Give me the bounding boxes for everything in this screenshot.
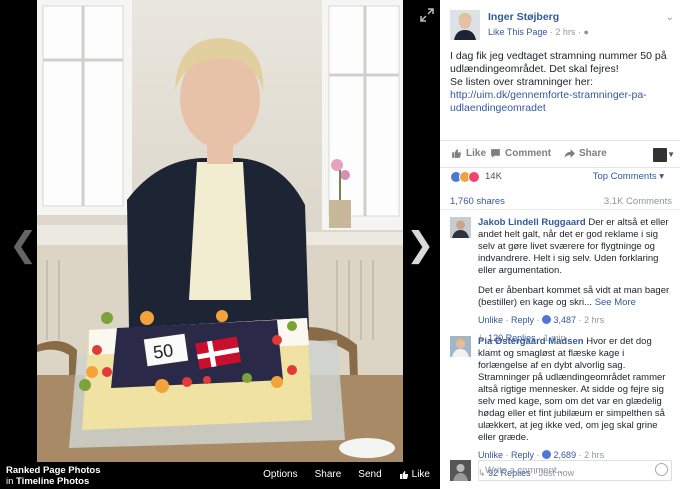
unlike-link[interactable]: Unlike	[478, 450, 503, 460]
album-title[interactable]: Ranked Page Photos	[6, 465, 101, 476]
see-more-link[interactable]: See More	[595, 297, 636, 308]
comment-text-cont: Det er åbenbart kommet så vidt at man ba…	[478, 285, 670, 308]
album-in-label: in	[6, 476, 14, 487]
like-photo-button[interactable]: Like	[399, 469, 430, 480]
send-button[interactable]: Send	[358, 469, 381, 480]
album-name[interactable]: Timeline Photos	[16, 476, 89, 487]
caret-down-icon[interactable]: ▼	[667, 150, 675, 159]
photo-actions: Options Share Send Like	[263, 469, 430, 480]
emoji-icon[interactable]	[655, 463, 668, 476]
meta-separator: ·	[549, 27, 553, 37]
avatar	[450, 460, 471, 481]
comment-author[interactable]: Jakob Lindell Ruggaard	[478, 217, 586, 228]
unlike-link[interactable]: Unlike	[478, 315, 503, 325]
post-text-line2: Se listen over stramninger her:	[450, 76, 593, 88]
globe-icon: ●	[583, 27, 589, 37]
comment-composer: Write a comment...	[450, 460, 672, 482]
post-panel: Inger Støjberg Like This Page · 2 hrs · …	[440, 0, 680, 489]
comments-count: 3.1K Comments	[603, 196, 672, 207]
next-photo-icon[interactable]: ❯	[406, 225, 435, 265]
comment-text: Hvor er det dog klamt og smagløst at flæ…	[478, 336, 666, 443]
comment-actions: Unlike · Reply · 3,487 · 2 hrs	[478, 315, 605, 325]
reply-link[interactable]: Reply	[511, 315, 534, 325]
reactions-summary[interactable]: 14K Top Comments ▾	[450, 170, 672, 184]
expand-icon[interactable]	[420, 8, 434, 22]
share-arrow-icon	[564, 149, 575, 158]
options-button[interactable]: Options	[263, 469, 297, 480]
avatar-image	[450, 336, 471, 357]
like-button[interactable]: Like	[451, 148, 486, 159]
avatar-image	[450, 460, 471, 481]
post-stats: 1,760 shares 3.1K Comments	[450, 196, 672, 207]
share-photo-button[interactable]: Share	[315, 469, 342, 480]
like-page-link[interactable]: Like This Page	[488, 27, 547, 37]
cake-number: 50	[152, 340, 175, 363]
thumbs-up-icon	[452, 149, 462, 158]
comment-body: Pia Østergaard Madsen Hvor er det dog kl…	[478, 336, 674, 479]
viewer-avatar[interactable]	[653, 148, 667, 162]
photo-bottom-bar: Ranked Page Photos in Timeline Photos Op…	[0, 462, 440, 489]
previous-photo-icon[interactable]: ❮	[9, 225, 38, 265]
post-text: I dag fik jeg vedtaget stramning nummer …	[450, 50, 672, 115]
comment-likes[interactable]: 3,487	[554, 315, 577, 325]
photo-illustration: 50	[37, 0, 403, 462]
thumbs-up-icon	[399, 470, 408, 479]
page-name[interactable]: Inger Støjberg	[488, 11, 559, 23]
post-link[interactable]: http://uim.dk/gennemforte-stramninger-pa…	[450, 89, 672, 115]
comment-author[interactable]: Pia Østergaard Madsen	[478, 336, 584, 347]
like-label: Like	[466, 148, 487, 159]
post-action-row: Like Comment Share ▼	[440, 140, 680, 168]
comment-icon	[491, 149, 500, 158]
love-reaction-icon	[468, 171, 480, 183]
chevron-down-icon[interactable]: ⌄	[666, 12, 674, 23]
comment-likes[interactable]: 2,689	[554, 450, 577, 460]
comment-sort-dropdown[interactable]: Top Comments ▾	[593, 171, 664, 182]
comment-label: Comment	[505, 148, 552, 159]
photo[interactable]: 50	[37, 0, 403, 462]
comment-button[interactable]: Comment	[490, 148, 551, 159]
reply-link[interactable]: Reply	[511, 450, 534, 460]
post-meta: Like This Page · 2 hrs · ●	[488, 27, 589, 37]
comment-time[interactable]: 2 hrs	[584, 450, 604, 460]
post-text-line1: I dag fik jeg vedtaget stramning nummer …	[450, 50, 667, 75]
avatar[interactable]	[450, 217, 471, 238]
like-count-icon	[542, 450, 552, 459]
like-photo-label: Like	[411, 469, 430, 480]
like-count-icon	[542, 315, 552, 324]
shares-count[interactable]: 1,760 shares	[450, 196, 505, 207]
comment-time[interactable]: 2 hrs	[584, 315, 604, 325]
avatar-image	[450, 217, 471, 238]
avatar[interactable]	[450, 336, 471, 357]
share-label: Share	[579, 148, 607, 159]
comment-body: Jakob Lindell Ruggaard Der er altså et e…	[478, 217, 674, 344]
share-button[interactable]: Share	[564, 148, 607, 159]
album-caption: Ranked Page Photos in Timeline Photos	[6, 465, 101, 487]
page-avatar[interactable]	[450, 10, 480, 40]
post-time[interactable]: 2 hrs	[555, 27, 575, 37]
comment-input[interactable]: Write a comment...	[478, 460, 672, 481]
photo-viewer: 50 ❮ ❯ Ranked Page Photos in Timeline Ph…	[0, 0, 440, 489]
reaction-count[interactable]: 14K	[485, 171, 502, 182]
post-header: Inger Støjberg Like This Page · 2 hrs · …	[450, 10, 674, 42]
divider	[440, 209, 680, 210]
meta-separator-2: ·	[577, 27, 581, 37]
avatar-image	[450, 10, 480, 40]
